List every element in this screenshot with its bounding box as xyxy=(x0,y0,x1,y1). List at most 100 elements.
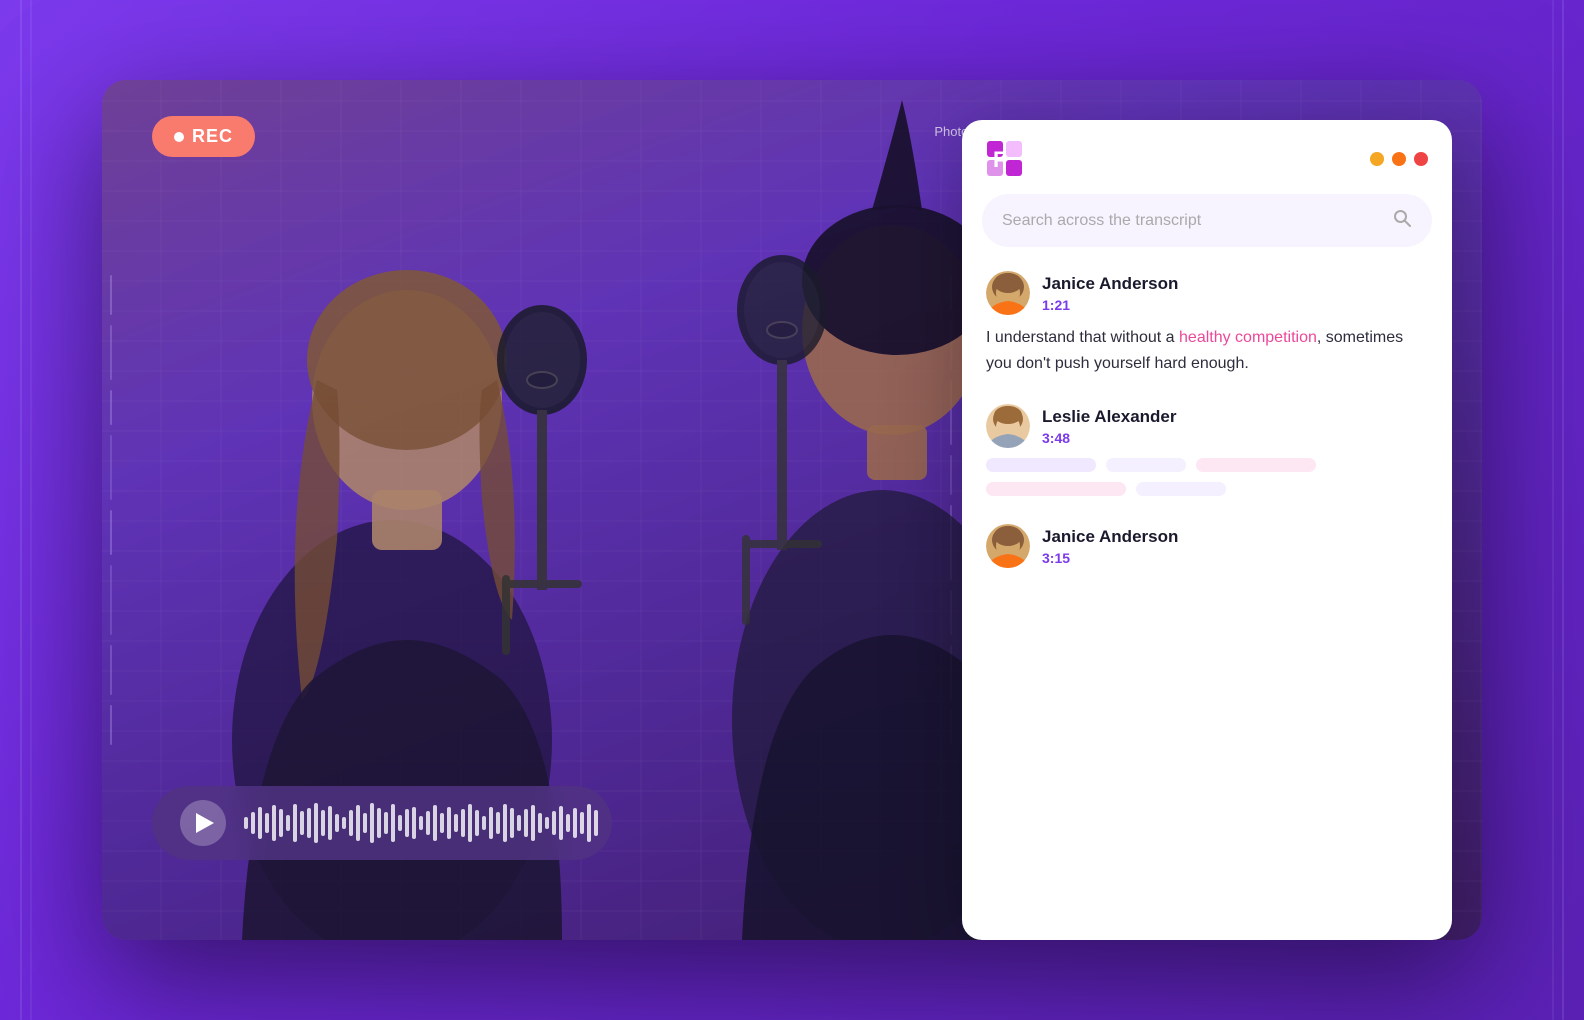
wave-bar xyxy=(545,817,549,829)
wave-bar xyxy=(356,805,360,841)
wave-bar xyxy=(566,814,570,832)
wave-bar xyxy=(370,803,374,843)
wave-bar xyxy=(258,807,262,839)
speaker-row-3: Janice Anderson 3:15 xyxy=(986,524,1428,568)
transcript-text-before-1: I understand that without a xyxy=(986,329,1179,346)
wave-bar xyxy=(251,812,255,834)
wave-bar xyxy=(391,804,395,842)
avatar-janice-1-svg xyxy=(986,271,1030,315)
wave-bar xyxy=(447,807,451,839)
wave-bar xyxy=(286,815,290,831)
wave-bar xyxy=(489,807,493,839)
wave-bar xyxy=(594,810,598,836)
skeleton-row-1 xyxy=(986,458,1428,472)
speaker-info-3: Janice Anderson 3:15 xyxy=(1042,527,1178,566)
microphone-right xyxy=(722,230,842,650)
speaker-row-1: Janice Anderson 1:21 xyxy=(986,271,1428,315)
wave-bar xyxy=(482,816,486,830)
wave-bar xyxy=(531,805,535,841)
wave-bar xyxy=(503,804,507,842)
search-bar[interactable]: Search across the transcript xyxy=(982,194,1432,247)
speaker-name-3: Janice Anderson xyxy=(1042,527,1178,547)
skeleton-bar xyxy=(1136,482,1226,496)
wave-bar xyxy=(328,806,332,840)
wave-bar xyxy=(440,813,444,833)
avatar-leslie xyxy=(986,404,1030,448)
panel-header: F xyxy=(962,120,1452,194)
wave-bar xyxy=(279,809,283,837)
wave-bar xyxy=(398,815,402,831)
wave-bar xyxy=(468,804,472,842)
app-logo: F xyxy=(986,140,1024,178)
wave-bar xyxy=(538,813,542,833)
wave-bar xyxy=(363,813,367,833)
wave-bar xyxy=(412,807,416,839)
wave-bar xyxy=(265,813,269,833)
wave-bar xyxy=(405,809,409,837)
skeleton-bar xyxy=(1106,458,1186,472)
wave-bar xyxy=(559,806,563,840)
wave-bar xyxy=(272,805,276,841)
play-button[interactable] xyxy=(180,800,226,846)
wave-bar xyxy=(580,812,584,834)
wave-bar xyxy=(377,808,381,838)
rec-dot xyxy=(174,132,184,142)
rec-label: REC xyxy=(192,126,233,147)
audio-player xyxy=(152,786,612,860)
skeleton-bar xyxy=(986,458,1096,472)
traffic-light-red xyxy=(1414,152,1428,166)
speaker-name-1: Janice Anderson xyxy=(1042,274,1178,294)
wave-bar xyxy=(461,809,465,837)
avatar-leslie-svg xyxy=(986,404,1030,448)
wave-bar xyxy=(384,812,388,834)
waveform xyxy=(244,803,598,843)
wave-bar xyxy=(475,810,479,836)
speaker-row-2: Leslie Alexander 3:48 xyxy=(986,404,1428,448)
wave-bar xyxy=(349,810,353,836)
transcript-entry-2: Leslie Alexander 3:48 xyxy=(986,404,1428,496)
wave-bar xyxy=(517,815,521,831)
skeleton-bar xyxy=(986,482,1126,496)
app-logo-icon: F xyxy=(986,140,1024,178)
wave-bar xyxy=(300,811,304,835)
wave-bar xyxy=(244,817,248,829)
avatar-janice-2-svg xyxy=(986,524,1030,568)
wave-bar xyxy=(321,810,325,836)
wave-bar xyxy=(335,814,339,832)
search-placeholder: Search across the transcript xyxy=(1002,212,1201,230)
transcript-highlight-1: healthy competition xyxy=(1179,329,1317,346)
wave-bar xyxy=(307,808,311,838)
wave-bar xyxy=(454,814,458,832)
wave-bar xyxy=(587,804,591,842)
speaker-name-2: Leslie Alexander xyxy=(1042,407,1177,427)
speaker-time-2: 3:48 xyxy=(1042,430,1177,446)
traffic-light-yellow xyxy=(1370,152,1384,166)
speaker-info-1: Janice Anderson 1:21 xyxy=(1042,274,1178,313)
wave-bar xyxy=(293,804,297,842)
transcript-text-1: I understand that without a healthy comp… xyxy=(986,325,1428,376)
avatar-janice-2 xyxy=(986,524,1030,568)
play-icon xyxy=(196,813,214,833)
wave-bar xyxy=(433,805,437,841)
wave-bar xyxy=(426,811,430,835)
transcript-entry-1: Janice Anderson 1:21 I understand that w… xyxy=(986,271,1428,376)
wave-bar xyxy=(496,812,500,834)
svg-text:F: F xyxy=(993,147,1006,172)
wave-bar xyxy=(573,808,577,838)
skeleton-row-2 xyxy=(986,482,1428,496)
skeleton-lines-1 xyxy=(986,458,1428,496)
speaker-info-2: Leslie Alexander 3:48 xyxy=(1042,407,1177,446)
skeleton-bar xyxy=(1196,458,1316,472)
traffic-light-orange xyxy=(1392,152,1406,166)
avatar-janice-1 xyxy=(986,271,1030,315)
transcript-entry-3: Janice Anderson 3:15 xyxy=(986,524,1428,568)
left-waveform-lines xyxy=(110,80,112,940)
microphone-left xyxy=(482,280,602,680)
speaker-time-1: 1:21 xyxy=(1042,297,1178,313)
speaker-time-3: 3:15 xyxy=(1042,550,1178,566)
wave-bar xyxy=(342,817,346,829)
transcript-panel: F Search across the transcript xyxy=(962,120,1452,940)
wave-bar xyxy=(419,816,423,830)
wave-bar xyxy=(552,811,556,835)
main-card: REC Photo by @george-milton xyxy=(102,80,1482,940)
